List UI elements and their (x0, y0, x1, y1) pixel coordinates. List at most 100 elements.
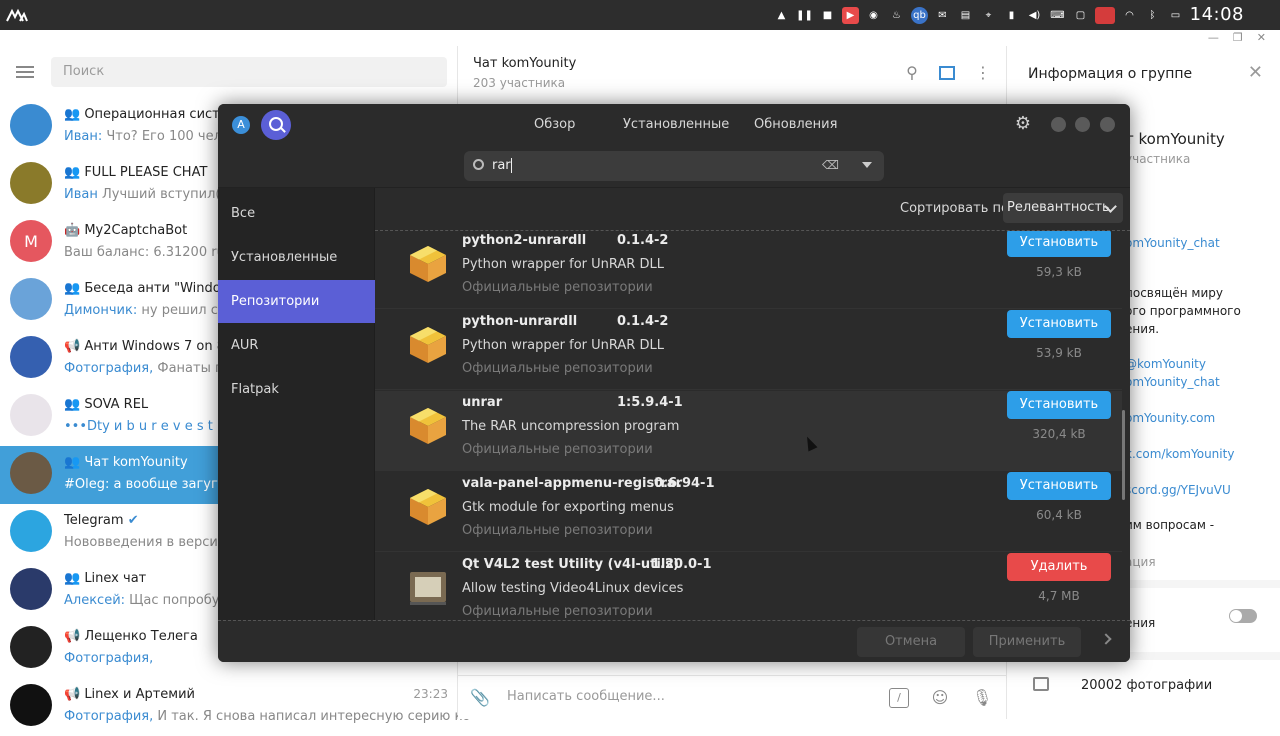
minimize-icon[interactable]: — (1208, 30, 1219, 46)
group-info-line[interactable]: k.com/komYounity (1125, 447, 1234, 461)
group-name: т komYounity (1125, 130, 1225, 148)
chat-name: 👥 FULL PLEASE CHAT (64, 165, 208, 180)
install-button[interactable]: Установить (1007, 310, 1111, 338)
attach-icon[interactable]: 📎 (470, 688, 490, 708)
search-icon[interactable]: ⚲ (903, 64, 921, 82)
avatar (10, 278, 52, 320)
youtube-icon[interactable]: ▶ (842, 6, 859, 24)
package-row[interactable]: Qt V4L2 test Utility (v4l-utils) 1.20.0-1… (375, 553, 1122, 620)
chat-title[interactable]: Чат komYounity (473, 56, 576, 71)
package-description: Gtk module for exporting menus (462, 500, 674, 515)
chevron-right-icon[interactable] (1100, 633, 1112, 645)
chat-list-item[interactable]: 📢 Linex и Артемий Фотография, И так. Я сн… (0, 678, 470, 736)
package-repository: Официальные репозитории (462, 280, 653, 295)
sidebar-item-3[interactable]: AUR (218, 324, 375, 367)
notifications-toggle[interactable] (1229, 609, 1257, 623)
package-manager-window: A Обзор Установленные Обновления ⚙ rar ⌫… (218, 104, 1130, 662)
chat-time: 23:23 (413, 687, 448, 701)
tab-browse[interactable]: Обзор (534, 117, 575, 132)
avatar: M (10, 220, 52, 262)
search-input[interactable]: Поиск (51, 57, 447, 87)
minimize-button[interactable] (1051, 117, 1066, 132)
sidebar-item-2[interactable]: Репозитории (218, 280, 375, 323)
commands-icon[interactable]: / (889, 688, 909, 708)
qbittorrent-icon[interactable]: qb (911, 6, 928, 24)
hamburger-menu-icon[interactable] (16, 66, 34, 78)
emoji-icon[interactable]: ☺ (930, 688, 950, 708)
sidebar-toggle-icon[interactable] (939, 66, 955, 80)
pause-icon[interactable]: ❚❚ (796, 7, 813, 24)
install-button[interactable]: Установить (1007, 472, 1111, 500)
flag-icon[interactable] (1095, 6, 1115, 24)
message-input[interactable]: Написать сообщение... (507, 689, 665, 704)
remove-button[interactable]: Удалить (1007, 553, 1111, 581)
clock[interactable]: 14:08 (1190, 4, 1244, 25)
notification-icon[interactable]: ▲ (773, 7, 790, 24)
group-info-line[interactable]: omYounity_chat (1125, 375, 1220, 389)
package-size: 320,4 kB (1032, 427, 1086, 441)
app-menu-logo-icon[interactable] (6, 8, 28, 22)
bell-icon[interactable]: ▢ (1072, 7, 1089, 24)
package-repository: Официальные репозитории (462, 361, 653, 376)
package-row[interactable]: unrar 1:5.9.4-1 The RAR uncompression prog… (375, 391, 1122, 471)
stop-icon[interactable]: ■ (819, 7, 836, 24)
group-info-line[interactable]: omYounity_chat (1125, 236, 1220, 250)
microphone-icon[interactable]: 🎙 (972, 688, 992, 708)
search-toggle-button[interactable] (261, 110, 291, 140)
package-row[interactable]: python-unrardll 0.1.4-2 Python wrapper for… (375, 310, 1122, 390)
group-info-line[interactable]: scord.gg/YEJvuVU (1125, 483, 1231, 497)
close-button[interactable] (1100, 117, 1115, 132)
group-info-header: Информация о группе (1028, 66, 1193, 82)
package-box-icon (406, 323, 450, 367)
package-row[interactable]: vala-panel-appmenu-registrar 0.6.94-1 Gtk … (375, 472, 1122, 552)
more-vertical-icon[interactable]: ⋮ (974, 64, 992, 82)
steam-icon[interactable]: ♨ (888, 7, 905, 24)
keyboard-icon[interactable]: ⌨ (1049, 7, 1066, 24)
location-icon[interactable]: ⌖ (980, 7, 997, 24)
sidebar-item-4[interactable]: Flatpak (218, 368, 375, 411)
close-icon[interactable]: ✕ (1257, 30, 1266, 46)
package-version: 0.1.4-2 (617, 314, 669, 329)
group-info-line[interactable]: @komYounity (1125, 357, 1206, 371)
avatar (10, 162, 52, 204)
mail-icon[interactable]: ✉ (934, 7, 951, 24)
tab-updates[interactable]: Обновления (754, 117, 837, 132)
install-button[interactable]: Установить (1007, 391, 1111, 419)
photos-count[interactable]: 20002 фотографии (1081, 678, 1212, 693)
message-composer: 📎 Написать сообщение... / ☺ 🎙 (458, 675, 1006, 719)
close-icon[interactable]: ✕ (1248, 62, 1263, 83)
chat-name: 👥 Операционная систем (64, 107, 238, 122)
group-info-line[interactable]: omYounity.com (1125, 411, 1215, 425)
maximize-icon[interactable]: ❐ (1233, 30, 1243, 46)
discord-icon[interactable]: ◉ (865, 7, 882, 24)
package-version: 1.20.0-1 (651, 557, 712, 572)
chat-preview: Фотография, И так. Я снова написал интер… (64, 709, 471, 724)
clear-search-icon[interactable]: ⌫ (822, 158, 839, 172)
chat-name: Telegram ✔ (64, 513, 139, 528)
package-row[interactable]: python2-unrardll 0.1.4-2 Python wrapper fo… (375, 231, 1122, 309)
battery-icon[interactable]: ▮ (1003, 7, 1020, 24)
photo-icon (1033, 677, 1049, 691)
sidebar-item-1[interactable]: Установленные (218, 236, 375, 279)
gear-icon[interactable]: ⚙ (1013, 114, 1033, 134)
chat-name: 📢 Linex и Артемий (64, 687, 196, 702)
tab-installed[interactable]: Установленные (623, 117, 729, 132)
maximize-button[interactable] (1075, 117, 1090, 132)
chevron-down-icon[interactable] (862, 162, 872, 168)
printer-icon[interactable]: ▭ (1167, 7, 1184, 24)
scrollbar[interactable] (1122, 410, 1125, 500)
apply-button[interactable]: Применить (973, 627, 1081, 657)
sort-select[interactable]: Релевантность (1003, 193, 1123, 223)
package-version: 0.6.94-1 (654, 476, 715, 491)
sidebar-item-0[interactable]: Все (218, 192, 375, 235)
cancel-button[interactable]: Отмена (857, 627, 965, 657)
bluetooth-icon[interactable]: ᛒ (1144, 7, 1161, 24)
chat-name: 👥 SOVA REL (64, 397, 149, 412)
install-button[interactable]: Установить (1007, 231, 1111, 257)
clipboard-icon[interactable]: ▤ (957, 7, 974, 24)
wifi-icon[interactable]: ◠ (1121, 7, 1138, 24)
chat-name: 👥 Чат komYounity (64, 455, 188, 470)
volume-icon[interactable]: ◀) (1026, 7, 1043, 24)
package-name: python-unrardll (462, 314, 578, 329)
package-search-input[interactable]: rar ⌫ (464, 151, 884, 181)
